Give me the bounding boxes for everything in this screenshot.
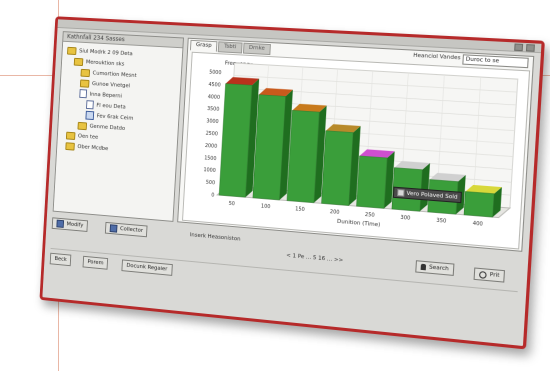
y-tick-label: 4500	[208, 82, 221, 89]
y-tick-label: 3000	[206, 118, 219, 125]
tab-table[interactable]: Tsbti	[218, 41, 242, 53]
chart-panel: Grasp Tsbti Drnke Heanciol Vandes Duroc …	[177, 38, 534, 252]
tab-graph[interactable]: Grasp	[190, 40, 218, 52]
folder-icon	[77, 121, 87, 129]
tree-item-label: Genme Datdo	[89, 123, 125, 131]
window-controls	[514, 43, 535, 51]
y-tick-label: 1500	[204, 155, 217, 162]
folder-icon	[80, 79, 90, 87]
pager[interactable]: < 1 Pe ... 5 16 ... >>	[286, 253, 343, 264]
folder-icon	[67, 46, 77, 54]
status-text: Inserk Heasoniston	[190, 232, 241, 242]
bar	[357, 156, 388, 208]
y-tick-label: 2000	[205, 143, 218, 150]
print-label: Prit	[489, 270, 499, 281]
x-tick-label: 150	[295, 206, 305, 213]
chart-area: Frequency 500045004000350030002500200015…	[182, 52, 530, 250]
tree-item-label: Fl eou Deta	[96, 102, 126, 110]
tree-item-label: Oen tee	[78, 133, 98, 140]
bar-chart: 5000450040003500300025002000150010005000…	[183, 53, 529, 249]
search-label: Search	[429, 262, 449, 274]
back-button[interactable]: Beck	[50, 253, 72, 267]
y-tick-label: 3500	[207, 106, 220, 113]
scene: Kathnfall 234 Sasses Siul Modrk 2 09 Det…	[0, 0, 550, 371]
document-icon	[79, 89, 87, 98]
folder-icon	[74, 57, 84, 65]
report-button[interactable]: Docunk Regaier	[121, 259, 172, 275]
person-icon	[421, 264, 427, 271]
tree: Siul Modrk 2 09 Deta Merouktion sks Cumo…	[57, 42, 183, 162]
x-tick-label: 250	[365, 212, 375, 219]
tab-drill[interactable]: Drnke	[243, 43, 271, 55]
folder-icon	[66, 131, 76, 139]
search-button[interactable]: Search	[415, 260, 454, 276]
collector-icon	[110, 224, 118, 232]
magnifier-icon	[479, 270, 487, 278]
edit-icon	[56, 220, 64, 228]
x-tick-label: 200	[330, 209, 340, 216]
tree-item-label: Merouktion sks	[86, 59, 125, 67]
tree-item-label: Gunoe Vnetgel	[92, 81, 130, 89]
folder-icon	[65, 142, 75, 150]
y-tick-label: 5000	[209, 70, 222, 77]
tree-item-label: Fev 6rak Ceim	[97, 113, 134, 121]
print-button[interactable]: Prit	[474, 267, 506, 282]
x-tick-label: 400	[473, 221, 483, 228]
modify-label: Modify	[66, 220, 83, 231]
tree-item-label: Siul Modrk 2 09 Deta	[79, 48, 133, 57]
table-icon	[85, 111, 94, 120]
x-axis-label: Dunition (Time)	[337, 219, 381, 229]
tree-item-label: Ober Mcdbe	[77, 144, 108, 152]
tooltip-text: Vero Polaved Sold	[406, 190, 457, 200]
selector-dropdown[interactable]: Duroc to se	[462, 54, 528, 68]
bar	[464, 192, 494, 218]
minimize-button[interactable]	[514, 43, 523, 51]
document-icon	[86, 100, 94, 109]
y-tick-label: 500	[206, 180, 216, 187]
x-tick-label: 300	[400, 215, 410, 222]
y-tick-label: 0	[211, 192, 214, 198]
selector-label: Heanciol Vandes	[413, 52, 461, 64]
bar	[287, 110, 319, 202]
modify-button[interactable]: Modify	[52, 217, 89, 232]
tooltip-swatch-icon	[397, 189, 405, 197]
collector-button[interactable]: Collector	[105, 222, 148, 237]
y-tick-label: 2500	[205, 131, 218, 138]
folder-icon	[80, 68, 90, 76]
x-tick-label: 100	[261, 203, 271, 210]
x-tick-label: 50	[229, 201, 236, 207]
bar	[322, 131, 354, 206]
forward-button[interactable]: Porem	[83, 256, 109, 270]
collector-label: Collector	[120, 224, 143, 236]
tree-item-label: Cumortion Mesnt	[92, 70, 136, 78]
navigation-panel: Kathnfall 234 Sasses Siul Modrk 2 09 Det…	[53, 31, 184, 222]
x-tick-label: 350	[436, 218, 446, 225]
close-button[interactable]	[526, 44, 535, 52]
app-window: Kathnfall 234 Sasses Siul Modrk 2 09 Det…	[39, 16, 544, 349]
y-tick-label: 4000	[208, 94, 221, 101]
y-tick-label: 1000	[203, 167, 216, 174]
tree-item-label: Inna Beperni	[89, 91, 122, 99]
